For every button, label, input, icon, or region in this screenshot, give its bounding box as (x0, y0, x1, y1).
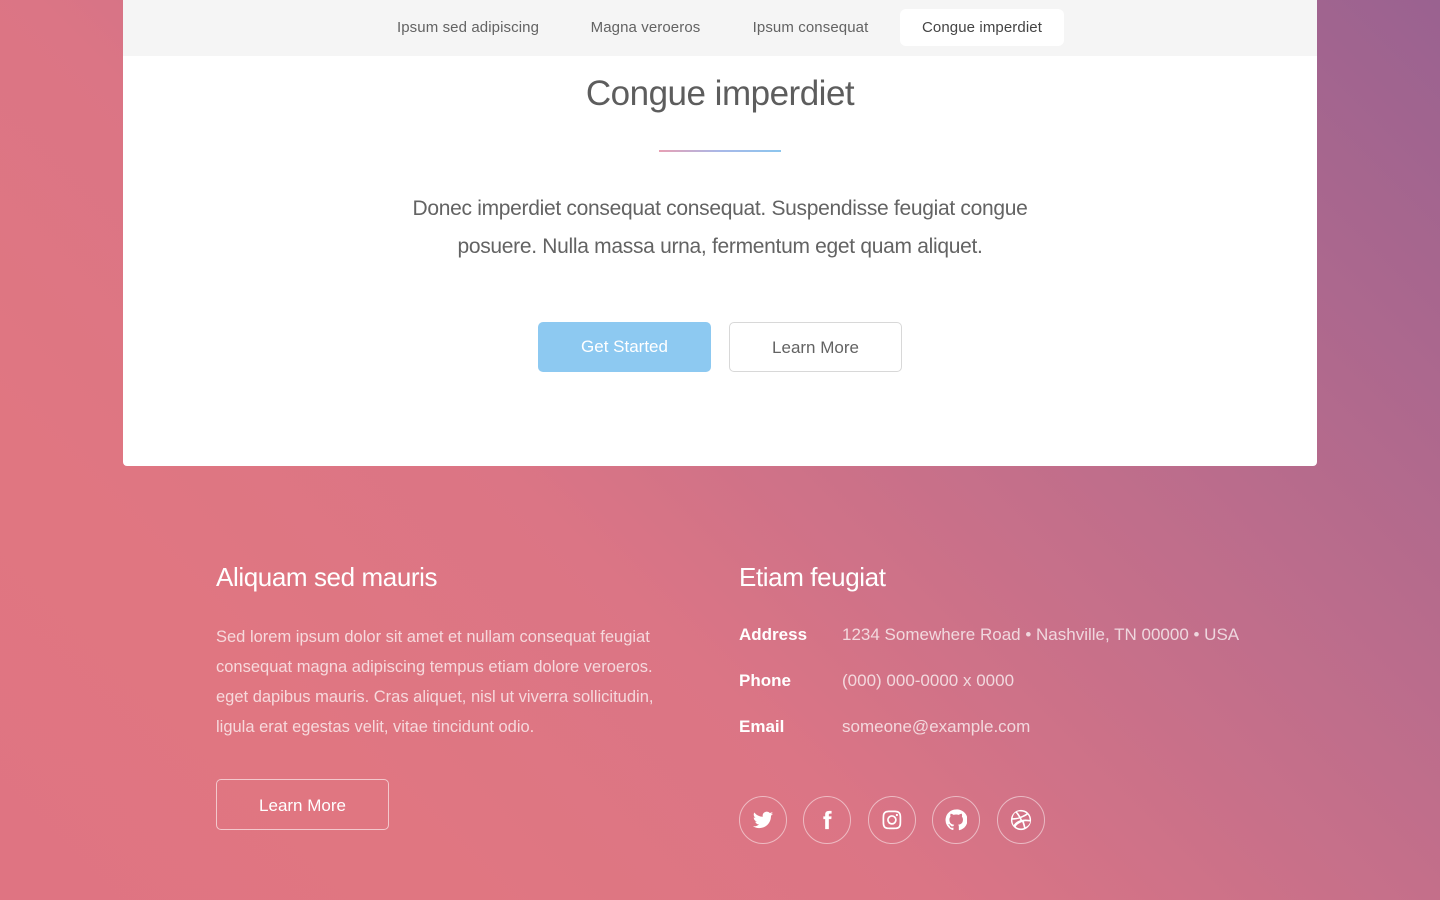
facebook-icon[interactable] (803, 796, 851, 844)
twitter-icon[interactable] (739, 796, 787, 844)
footer-right-heading: Etiam feugiat (739, 562, 886, 592)
tab-ipsum-sed-adipiscing[interactable]: Ipsum sed adipiscing (376, 9, 560, 46)
title-divider (659, 150, 781, 152)
section-description: Donec imperdiet consequat consequat. Sus… (412, 197, 1028, 258)
address-value: 1234 Somewhere Road • Nashville, TN 0000… (842, 625, 1240, 644)
tab-nav: Ipsum sed adipiscing Magna veroeros Ipsu… (123, 0, 1317, 56)
content-card: Ipsum sed adipiscing Magna veroeros Ipsu… (123, 0, 1317, 466)
email-link[interactable]: someone@example.com (842, 717, 1030, 737)
dribbble-icon[interactable] (997, 796, 1045, 844)
section-title: Congue imperdiet (585, 74, 855, 113)
get-started-button[interactable]: Get Started (538, 322, 711, 372)
phone-value: (000) 000-0000 x 0000 (842, 671, 1015, 690)
tab-congue-imperdiet[interactable]: Congue imperdiet (900, 9, 1064, 46)
phone-label: Phone (739, 671, 791, 690)
tab-ipsum-consequat[interactable]: Ipsum consequat (733, 9, 888, 46)
learn-more-button[interactable]: Learn More (729, 322, 902, 372)
tab-magna-veroeros[interactable]: Magna veroeros (573, 9, 718, 46)
github-icon[interactable] (932, 796, 980, 844)
footer-left-text: Sed lorem ipsum dolor sit amet et nullam… (216, 628, 654, 736)
footer-left-heading: Aliquam sed mauris (216, 562, 438, 592)
email-label: Email (739, 717, 785, 736)
footer-learn-more-button[interactable]: Learn More (216, 779, 389, 830)
instagram-icon[interactable] (868, 796, 916, 844)
address-label: Address (739, 625, 808, 644)
